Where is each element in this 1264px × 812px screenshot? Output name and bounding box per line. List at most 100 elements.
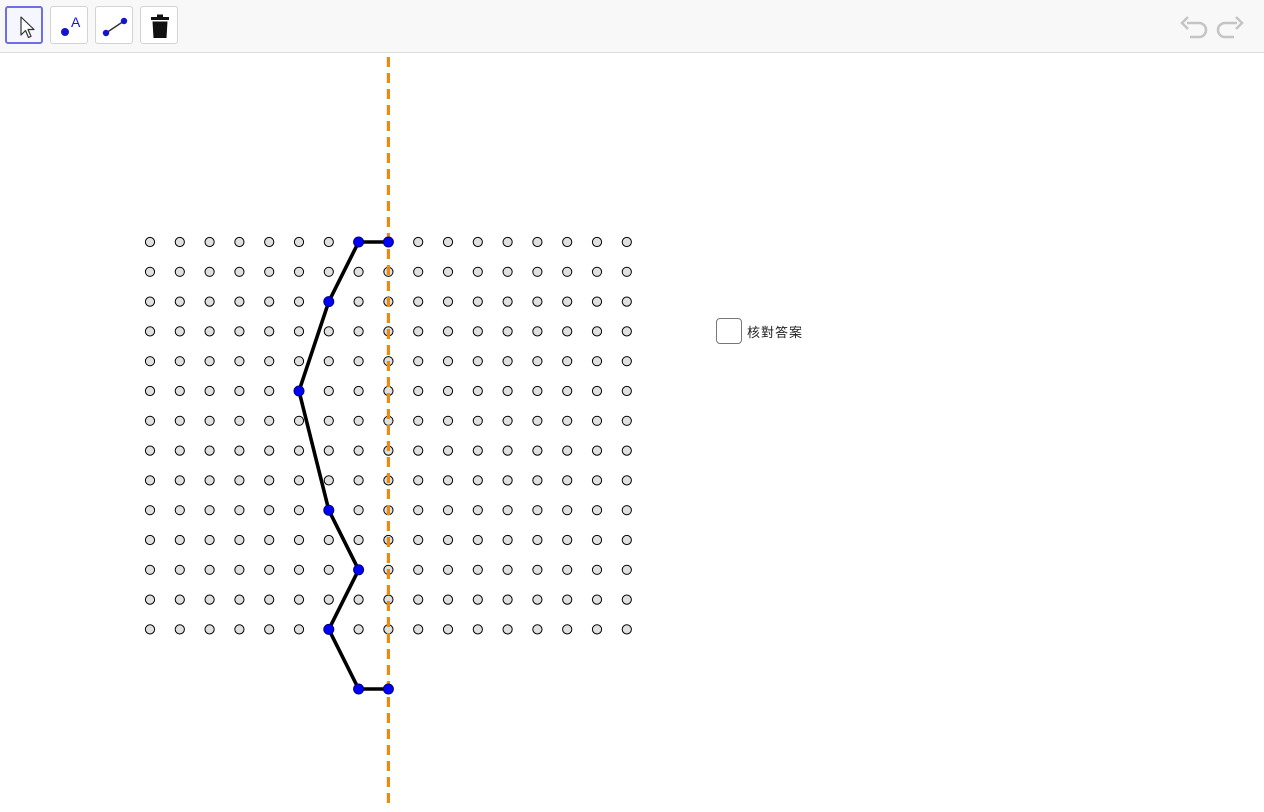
grid-point[interactable] (472, 505, 483, 516)
grid-point[interactable] (174, 624, 185, 635)
grid-point[interactable] (413, 475, 424, 486)
grid-point[interactable] (442, 505, 454, 516)
grid-point[interactable] (562, 445, 573, 456)
grid-point[interactable] (293, 326, 305, 337)
grid-point[interactable] (502, 415, 513, 426)
grid-point[interactable] (204, 594, 215, 605)
grid-point[interactable] (442, 445, 454, 456)
grid-point[interactable] (472, 624, 483, 635)
grid-point[interactable] (442, 296, 454, 307)
grid-point[interactable] (204, 534, 215, 546)
grid-point[interactable] (532, 534, 543, 546)
grid-point[interactable] (323, 415, 334, 426)
grid-point[interactable] (174, 534, 185, 546)
grid-point[interactable] (144, 385, 156, 397)
check-answer-checkbox[interactable] (716, 318, 742, 344)
grid-point[interactable] (204, 356, 215, 367)
grid-point[interactable] (621, 505, 632, 516)
grid-point[interactable] (293, 624, 305, 635)
grid-point[interactable] (144, 475, 156, 486)
grid-point[interactable] (591, 624, 603, 635)
grid-point[interactable] (323, 594, 334, 605)
grid-point[interactable] (264, 445, 275, 456)
grid-point[interactable] (621, 415, 632, 426)
grid-point[interactable] (413, 534, 424, 546)
grid-point[interactable] (234, 564, 245, 575)
grid-point[interactable] (591, 594, 603, 605)
grid-point[interactable] (264, 624, 275, 635)
grid-point[interactable] (621, 326, 632, 337)
grid-point[interactable] (293, 505, 305, 516)
grid-point[interactable] (234, 385, 245, 397)
grid-point[interactable] (293, 296, 305, 307)
grid-point[interactable] (323, 266, 334, 277)
polyline-vertex[interactable] (323, 623, 335, 635)
grid-point[interactable] (234, 236, 245, 248)
grid-point[interactable] (472, 594, 483, 605)
grid-point[interactable] (353, 505, 364, 516)
grid-point[interactable] (562, 296, 573, 307)
grid-point[interactable] (472, 415, 483, 426)
grid-point[interactable] (472, 326, 483, 337)
grid-point[interactable] (442, 266, 454, 277)
grid-point[interactable] (562, 534, 573, 546)
grid-point[interactable] (264, 534, 275, 546)
grid-point[interactable] (502, 475, 513, 486)
grid-point[interactable] (591, 266, 603, 277)
grid-point[interactable] (144, 296, 156, 307)
grid-point[interactable] (293, 266, 305, 277)
polyline-vertex[interactable] (323, 504, 335, 516)
grid-point[interactable] (323, 564, 334, 575)
grid-point[interactable] (442, 326, 454, 337)
grid-point[interactable] (562, 594, 573, 605)
grid-point[interactable] (562, 505, 573, 516)
grid-point[interactable] (502, 445, 513, 456)
grid-point[interactable] (293, 236, 305, 248)
grid-point[interactable] (353, 594, 364, 605)
grid-point[interactable] (532, 445, 543, 456)
grid-point[interactable] (234, 624, 245, 635)
polyline-vertex[interactable] (353, 236, 365, 248)
grid-point[interactable] (144, 415, 156, 426)
grid-point[interactable] (502, 505, 513, 516)
grid-point[interactable] (264, 564, 275, 575)
grid-point[interactable] (323, 356, 334, 367)
grid-point[interactable] (144, 266, 156, 277)
grid-point[interactable] (144, 445, 156, 456)
polyline-vertex[interactable] (293, 385, 305, 397)
geometry-board[interactable] (0, 53, 1264, 808)
grid-point[interactable] (293, 445, 305, 456)
grid-point[interactable] (591, 296, 603, 307)
grid-point[interactable] (591, 505, 603, 516)
grid-point[interactable] (174, 445, 185, 456)
grid-point[interactable] (174, 266, 185, 277)
grid-point[interactable] (413, 326, 424, 337)
grid-point[interactable] (532, 415, 543, 426)
grid-point[interactable] (144, 505, 156, 516)
grid-point[interactable] (413, 445, 424, 456)
grid-point[interactable] (532, 356, 543, 367)
grid-point[interactable] (621, 385, 632, 397)
grid-point[interactable] (472, 356, 483, 367)
grid-point[interactable] (234, 534, 245, 546)
grid-point[interactable] (442, 356, 454, 367)
grid-point[interactable] (532, 385, 543, 397)
segment-tool-button[interactable] (95, 6, 133, 44)
grid-point[interactable] (472, 475, 483, 486)
grid-point[interactable] (562, 564, 573, 575)
grid-point[interactable] (413, 415, 424, 426)
grid-point[interactable] (532, 564, 543, 575)
grid-point[interactable] (442, 385, 454, 397)
grid-point[interactable] (472, 266, 483, 277)
grid-point[interactable] (204, 445, 215, 456)
grid-point[interactable] (621, 296, 632, 307)
grid-point[interactable] (562, 475, 573, 486)
move-tool-button[interactable] (5, 6, 43, 44)
grid-point[interactable] (591, 564, 603, 575)
grid-point[interactable] (532, 594, 543, 605)
grid-point[interactable] (234, 594, 245, 605)
grid-point[interactable] (204, 296, 215, 307)
grid-point[interactable] (502, 564, 513, 575)
grid-point[interactable] (204, 624, 215, 635)
grid-point[interactable] (413, 624, 424, 635)
